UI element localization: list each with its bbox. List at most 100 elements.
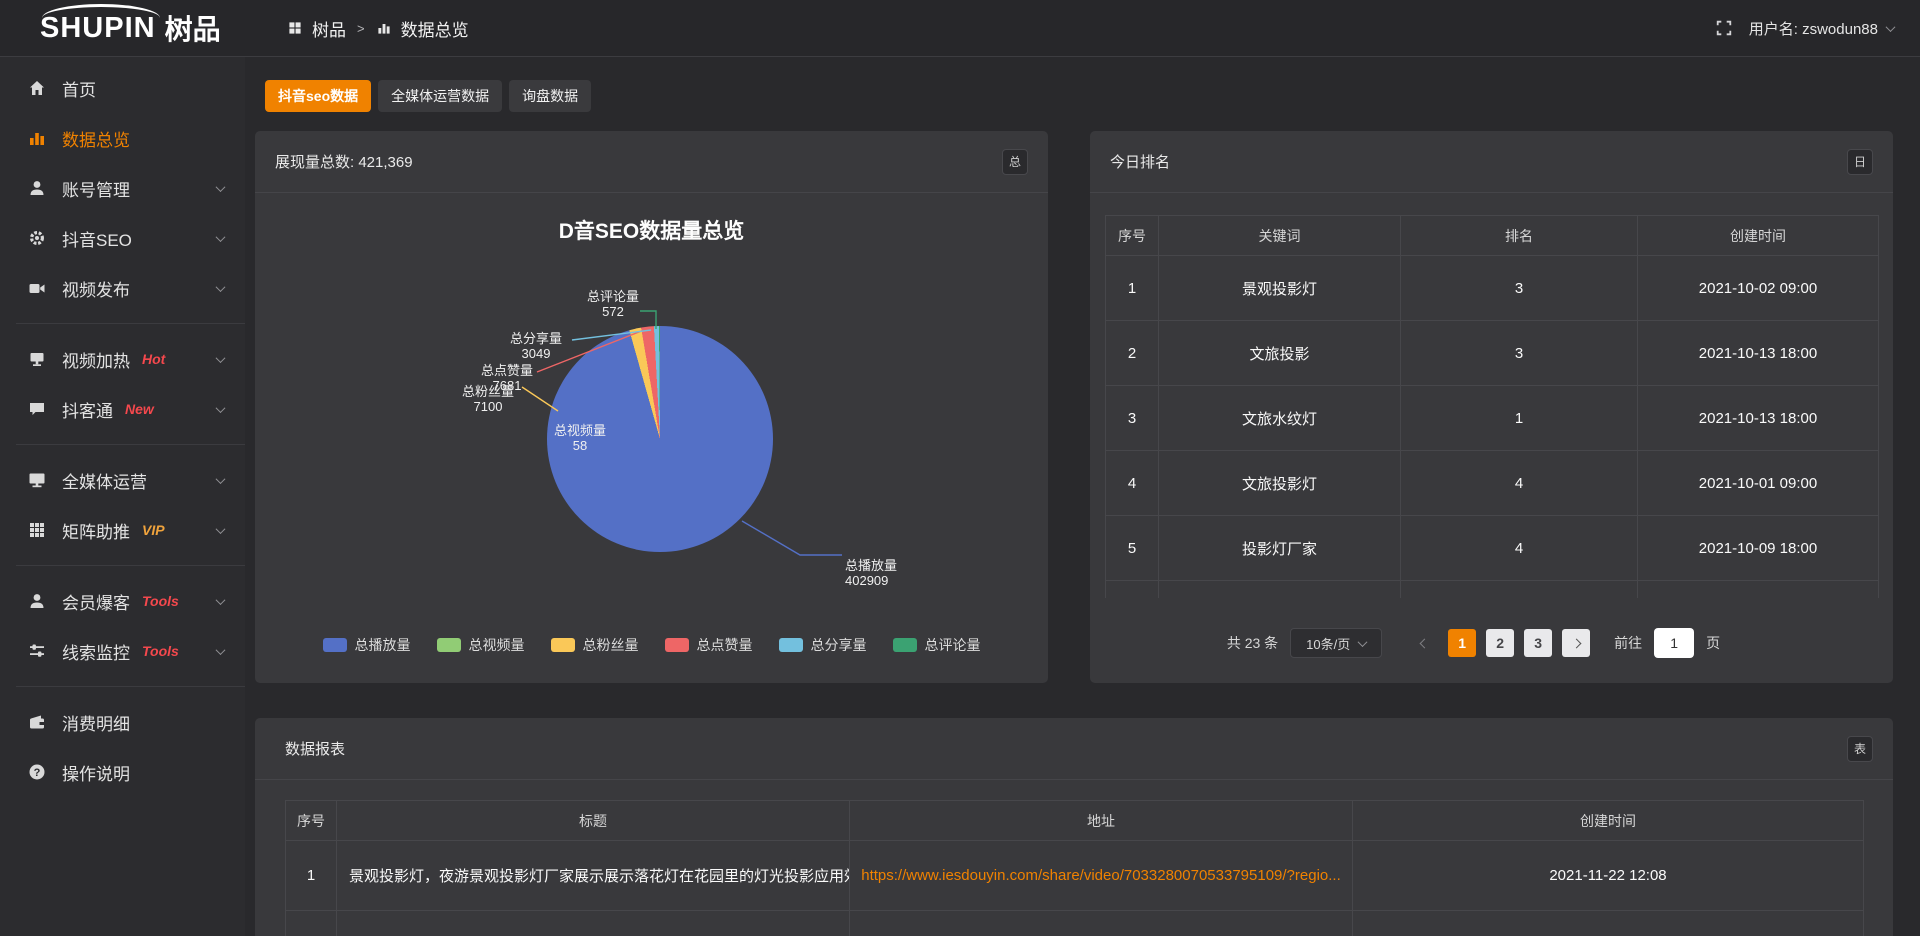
- breadcrumb-item-home[interactable]: 树品: [312, 16, 346, 41]
- prev-page-button[interactable]: [1410, 629, 1438, 657]
- page-button-3[interactable]: 3: [1524, 629, 1552, 657]
- page-button-1[interactable]: 1: [1448, 629, 1476, 657]
- table-cell: [1638, 581, 1879, 598]
- table-row: 5投影灯厂家42021-10-09 18:00: [1106, 516, 1879, 581]
- chevron-down-icon: [216, 232, 226, 242]
- sidebar: 首页数据总览账号管理抖音SEO视频发布视频加热Hot抖客通New 全媒体运营矩阵助…: [0, 57, 245, 936]
- sidebar-item-heat[interactable]: 视频加热Hot: [0, 334, 245, 384]
- pie-slice-value: 7681: [452, 378, 562, 393]
- user-menu[interactable]: 用户名: zswodun88: [1749, 18, 1894, 39]
- table-row: 4文旅投影灯42021-10-01 09:00: [1106, 451, 1879, 516]
- tab-1[interactable]: 全媒体运营数据: [378, 80, 502, 112]
- goto-page-input[interactable]: [1654, 628, 1694, 658]
- fullscreen-icon[interactable]: [1715, 19, 1733, 37]
- question-icon: ?: [27, 762, 47, 782]
- sidebar-item-gear[interactable]: 抖音SEO: [0, 213, 245, 263]
- legend-item-1[interactable]: 总视频量: [437, 635, 525, 655]
- data-tabs: 抖音seo数据全媒体运营数据询盘数据: [265, 80, 591, 112]
- page-button-2[interactable]: 2: [1486, 629, 1514, 657]
- user-icon: [27, 178, 47, 198]
- legend-item-2[interactable]: 总粉丝量: [551, 635, 639, 655]
- legend-item-5[interactable]: 总评论量: [893, 635, 981, 655]
- legend-label: 总视频量: [469, 635, 525, 655]
- sidebar-item-wallet[interactable]: 消费明细: [0, 697, 245, 747]
- tab-0[interactable]: 抖音seo数据: [265, 80, 371, 112]
- comment-icon: [27, 399, 47, 419]
- table-cell: 文旅投影灯: [1159, 451, 1401, 516]
- sidebar-item-grid[interactable]: 矩阵助推VIP: [0, 505, 245, 555]
- column-header: 序号: [286, 801, 337, 841]
- sidebar-item-label: 视频加热: [62, 347, 130, 372]
- legend-swatch: [779, 638, 803, 652]
- ranking-table: 序号关键词排名创建时间1景观投影灯32021-10-02 09:002文旅投影3…: [1105, 215, 1879, 598]
- pie-slice-name: 总分享量: [481, 331, 591, 346]
- pie-slice-name: 总评论量: [558, 289, 668, 304]
- breadcrumb: 树品 > 数据总览: [287, 16, 469, 41]
- goto-label: 前往: [1614, 633, 1642, 653]
- legend-item-4[interactable]: 总分享量: [779, 635, 867, 655]
- table-cell: 1: [1106, 256, 1159, 321]
- video-link[interactable]: https://www.iesdouyin.com/share/video/70…: [861, 867, 1341, 884]
- sidebar-item-video[interactable]: 视频发布: [0, 263, 245, 313]
- chart-legend: 总播放量 总视频量 总粉丝量 总点赞量 总分享量 总评论量: [255, 635, 1048, 655]
- sidebar-item-label: 首页: [62, 76, 96, 101]
- legend-swatch: [665, 638, 689, 652]
- gear-icon: [27, 228, 47, 248]
- pagination: 共 23 条10条/页123前往页: [1090, 628, 1893, 658]
- sidebar-item-user2[interactable]: 会员爆客 Tools: [0, 576, 245, 626]
- pie-chart: D音SEO数据量总览 总播放量402909总视频量58总粉丝量7100总点赞量7…: [255, 193, 1048, 682]
- sidebar-item-chart[interactable]: 数据总览: [0, 113, 245, 163]
- legend-label: 总评论量: [925, 635, 981, 655]
- sidebar-item-badge: Tools: [142, 593, 179, 609]
- table-cell: 投影灯厂家: [1159, 516, 1401, 581]
- chevron-down-icon: [216, 595, 226, 605]
- table-cell: 4: [1401, 516, 1638, 581]
- table-cell: 文旅投影: [1159, 321, 1401, 386]
- impressions-total-label: 展现量总数: 421,369: [275, 151, 413, 172]
- column-header: 关键词: [1159, 216, 1401, 256]
- ranking-panel-header: 今日排名 日: [1090, 131, 1893, 193]
- table-cell: 2021-10-02 09:00: [1638, 256, 1879, 321]
- tab-2[interactable]: 询盘数据: [509, 80, 591, 112]
- legend-label: 总点赞量: [697, 635, 753, 655]
- legend-label: 总播放量: [355, 635, 411, 655]
- table-cell: [1106, 581, 1159, 598]
- logo: SHUPIN 树品: [0, 0, 245, 56]
- chart-title: D音SEO数据量总览: [255, 215, 1048, 245]
- chart-icon: [27, 128, 47, 148]
- sidebar-item-home[interactable]: 首页: [0, 63, 245, 113]
- logo-text-cn: 树品: [165, 8, 221, 48]
- total-badge-button[interactable]: 总: [1002, 149, 1028, 175]
- chevron-left-icon: [1419, 638, 1429, 648]
- sidebar-item-badge: New: [125, 401, 154, 417]
- sidebar-item-label: 会员爆客: [62, 589, 130, 614]
- legend-item-3[interactable]: 总点赞量: [665, 635, 753, 655]
- legend-label: 总分享量: [811, 635, 867, 655]
- main-content: 抖音seo数据全媒体运营数据询盘数据 展现量总数: 421,369 总 D音SE…: [245, 57, 1920, 936]
- legend-item-0[interactable]: 总播放量: [323, 635, 411, 655]
- column-header: 创建时间: [1353, 801, 1864, 841]
- column-header: 标题: [337, 801, 850, 841]
- table-row-partial: [286, 911, 1864, 936]
- sidebar-item-sliders[interactable]: 线索监控Tools: [0, 626, 245, 676]
- table-badge-button[interactable]: 表: [1847, 736, 1873, 762]
- page-size-select[interactable]: 10条/页: [1290, 628, 1382, 658]
- sidebar-item-user[interactable]: 账号管理: [0, 163, 245, 213]
- chevron-down-icon: [216, 645, 226, 655]
- day-badge-button[interactable]: 日: [1847, 149, 1873, 175]
- legend-swatch: [437, 638, 461, 652]
- table-cell: 2: [1106, 321, 1159, 386]
- sidebar-item-label: 消费明细: [62, 710, 130, 735]
- table-cell: 3: [1401, 321, 1638, 386]
- sidebar-item-monitor[interactable]: 全媒体运营: [0, 455, 245, 505]
- chevron-down-icon: [216, 524, 226, 534]
- next-page-button[interactable]: [1562, 629, 1590, 657]
- pie-slice-label: 总点赞量7681: [452, 363, 562, 393]
- sidebar-item-question[interactable]: ?操作说明: [0, 747, 245, 797]
- chevron-right-icon: [1571, 638, 1581, 648]
- sidebar-item-label: 数据总览: [62, 126, 130, 151]
- chevron-down-icon: [216, 403, 226, 413]
- table-cell: 景观投影灯: [1159, 256, 1401, 321]
- report-table: 序号标题地址创建时间1景观投影灯，夜游景观投影灯厂家展示展示落花灯在花园里的灯光…: [285, 800, 1864, 936]
- sidebar-item-comment[interactable]: 抖客通New: [0, 384, 245, 434]
